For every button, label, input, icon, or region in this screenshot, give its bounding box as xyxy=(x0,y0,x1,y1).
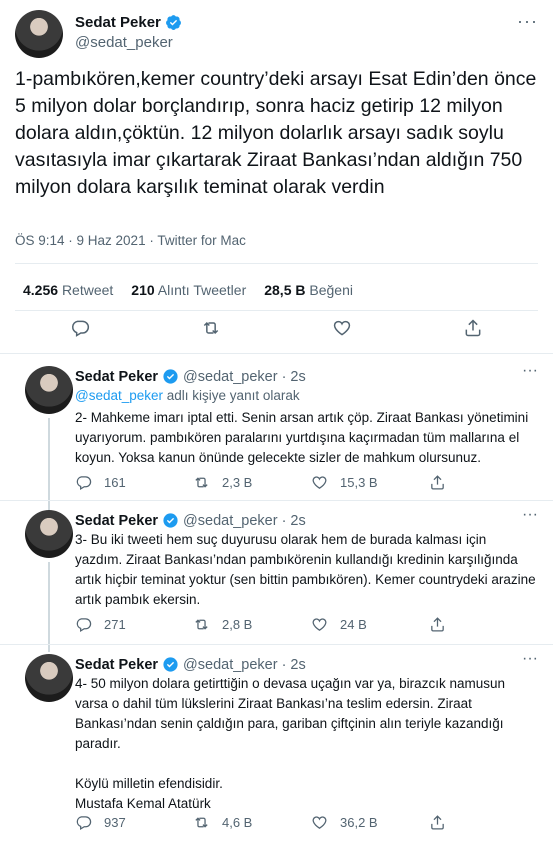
quote-count[interactable]: 210 Alıntı Tweetler xyxy=(131,282,246,298)
reply-actions: 271 2,8 B 24 B xyxy=(75,616,515,633)
reply-to-link[interactable]: @sedat_peker xyxy=(75,388,163,403)
reply-icon xyxy=(76,476,92,491)
thread-line xyxy=(48,562,50,652)
heart-icon xyxy=(312,816,327,829)
share-icon xyxy=(431,815,444,830)
retweet-icon xyxy=(195,619,208,630)
share-button[interactable] xyxy=(429,616,459,633)
tweet-time[interactable]: 2s xyxy=(290,513,305,529)
reply-icon[interactable] xyxy=(70,318,90,338)
verified-badge-icon xyxy=(165,15,181,30)
author-name-row: Sedat Peker xyxy=(75,14,182,31)
more-dots-icon[interactable]: ··· xyxy=(522,507,538,523)
reply-button[interactable]: 937 xyxy=(75,814,193,831)
reply-icon xyxy=(76,618,92,633)
tweet-header: Sedat Peker @sedat_peker ··· xyxy=(15,10,538,58)
like-count[interactable]: 28,5 B Beğeni xyxy=(264,282,353,298)
divider xyxy=(0,644,553,645)
like-button[interactable]: 15,3 B xyxy=(311,474,429,491)
author-handle[interactable]: @sedat_peker xyxy=(75,34,173,51)
author-handle[interactable]: @sedat_peker xyxy=(183,369,278,385)
reply-text: 2- Mahkeme imarı iptal etti. Senin arsan… xyxy=(75,410,529,465)
reply-tweet[interactable]: Sedat Peker @sedat_peker · 2s ··· 4- 50 … xyxy=(15,651,538,844)
author-name[interactable]: Sedat Peker xyxy=(75,369,158,385)
tweet-time[interactable]: 2s xyxy=(290,657,305,673)
share-icon xyxy=(431,617,444,632)
heart-icon xyxy=(312,618,327,631)
author-name[interactable]: Sedat Peker xyxy=(75,513,158,529)
retweet-button[interactable]: 4,6 B xyxy=(193,814,311,831)
heart-icon xyxy=(312,476,327,489)
author-name[interactable]: Sedat Peker xyxy=(75,14,161,31)
more-dots-icon[interactable]: ··· xyxy=(517,12,538,30)
reply-icon xyxy=(76,816,92,831)
reply-actions: 161 2,3 B 15,3 B xyxy=(75,474,515,491)
share-icon[interactable] xyxy=(463,318,483,338)
divider xyxy=(0,500,553,501)
reply-text: 4- 50 milyon dolara getirttiğin o devasa… xyxy=(75,676,505,811)
verified-badge-icon xyxy=(163,513,178,528)
verified-badge-icon xyxy=(163,369,178,384)
retweet-button[interactable]: 2,3 B xyxy=(193,474,311,491)
like-button[interactable]: 24 B xyxy=(311,616,429,633)
avatar[interactable] xyxy=(15,10,63,58)
reply-header: Sedat Peker @sedat_peker · 2s xyxy=(75,656,306,673)
reply-button[interactable]: 161 xyxy=(75,474,193,491)
tweet-text: 1-pambıkören,kemer country’deki arsayı E… xyxy=(15,68,537,198)
retweet-button[interactable]: 2,8 B xyxy=(193,616,311,633)
replying-to: @sedat_peker adlı kişiye yanıt olarak xyxy=(75,388,300,403)
retweet-icon xyxy=(195,477,208,488)
divider xyxy=(15,263,538,264)
avatar[interactable] xyxy=(25,366,73,414)
tweet-stats: 4.256 Retweet 210 Alıntı Tweetler 28,5 B… xyxy=(23,282,353,298)
author-handle[interactable]: @sedat_peker xyxy=(183,513,278,529)
share-button[interactable] xyxy=(429,474,459,491)
like-button[interactable]: 36,2 B xyxy=(311,814,429,831)
reply-actions: 937 4,6 B 36,2 B xyxy=(75,814,515,831)
more-dots-icon[interactable]: ··· xyxy=(522,651,538,667)
reply-text: 3- Bu iki tweeti hem suç duyurusu olarak… xyxy=(75,532,536,607)
heart-icon[interactable] xyxy=(332,318,352,338)
reply-button[interactable]: 271 xyxy=(75,616,193,633)
avatar[interactable] xyxy=(25,510,73,558)
divider xyxy=(15,310,538,311)
retweet-count[interactable]: 4.256 Retweet xyxy=(23,282,113,298)
share-button[interactable] xyxy=(429,814,459,831)
reply-header: Sedat Peker @sedat_peker · 2s xyxy=(75,368,306,385)
retweet-icon xyxy=(195,817,208,828)
retweet-icon[interactable] xyxy=(201,318,221,338)
share-icon xyxy=(431,475,444,490)
avatar[interactable] xyxy=(25,654,73,702)
tweet-meta[interactable]: ÖS 9:14 · 9 Haz 2021 · Twitter for Mac xyxy=(15,233,246,248)
tweet-actions xyxy=(15,318,538,338)
reply-tweet[interactable]: Sedat Peker @sedat_peker · 2s ··· @sedat… xyxy=(15,363,538,548)
more-dots-icon[interactable]: ··· xyxy=(522,363,538,379)
reply-tweet[interactable]: Sedat Peker @sedat_peker · 2s ··· 3- Bu … xyxy=(15,507,538,652)
author-name[interactable]: Sedat Peker xyxy=(75,657,158,673)
verified-badge-icon xyxy=(163,657,178,672)
tweet-time[interactable]: 2s xyxy=(290,369,305,385)
reply-header: Sedat Peker @sedat_peker · 2s xyxy=(75,512,306,529)
author-handle[interactable]: @sedat_peker xyxy=(183,657,278,673)
divider xyxy=(0,353,553,354)
